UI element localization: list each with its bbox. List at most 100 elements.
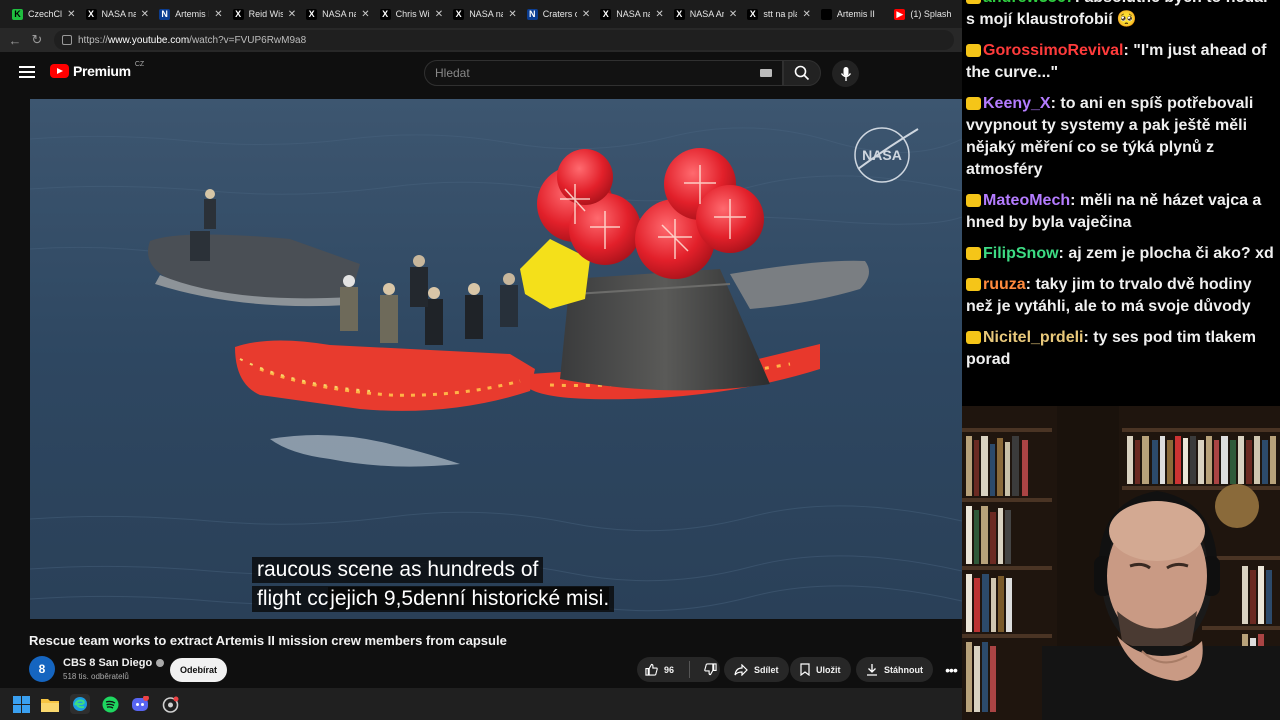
tab-title: Artemis II — [175, 9, 209, 19]
tab-title: NASA na p — [101, 9, 136, 19]
tab-close-icon[interactable]: ✕ — [67, 9, 79, 20]
tab-favicon-icon: X — [379, 8, 391, 20]
more-actions-icon[interactable]: ••• — [939, 657, 962, 682]
webcam-image — [962, 406, 1280, 720]
chat-emote: 🥺 — [1116, 11, 1137, 28]
taskbar — [0, 688, 962, 720]
obs-app-icon[interactable] — [160, 694, 180, 714]
chat-badge-icon — [966, 0, 981, 4]
tab-close-icon[interactable]: ✕ — [288, 9, 300, 20]
tab-favicon-icon: K — [12, 8, 23, 20]
tab-title: Artemis II — [836, 9, 875, 19]
browser-tab[interactable]: Artemis II — [815, 0, 889, 28]
address-bar: ← ↻ https://www.youtube.com/watch?v=FVUP… — [0, 28, 962, 52]
thumbs-up-icon — [645, 663, 658, 676]
download-button[interactable]: Stáhnout — [856, 657, 933, 682]
url-prefix: https:// — [78, 34, 109, 46]
tab-close-icon[interactable]: ✕ — [802, 9, 814, 20]
browser-tab[interactable]: K CzechClou ✕ — [6, 0, 80, 28]
share-button[interactable]: Sdílet — [724, 657, 789, 682]
browser-tab[interactable]: X NASA Artem ✕ — [668, 0, 742, 28]
back-icon[interactable]: ← — [4, 29, 26, 51]
channel-avatar[interactable]: 8 — [29, 656, 55, 682]
browser-tab[interactable]: X NASA na p ✕ — [594, 0, 668, 28]
url-field[interactable]: https://www.youtube.com/watch?v=FVUP6RwM… — [54, 30, 954, 50]
tab-title: NASA na p — [469, 9, 504, 19]
chat-username[interactable]: ruuza — [983, 276, 1026, 293]
chat-username[interactable]: GorossimoRevival — [983, 42, 1124, 59]
chat-colon: : — [1075, 0, 1085, 6]
discord-icon[interactable] — [130, 694, 150, 714]
channel-name[interactable]: CBS 8 San Diego — [63, 657, 165, 669]
video-player[interactable]: NASA raucous scene as hundreds of flight… — [30, 99, 962, 619]
tab-close-icon[interactable]: ✕ — [508, 9, 520, 20]
like-button[interactable]: 96 — [637, 657, 674, 682]
spotify-icon[interactable] — [100, 694, 120, 714]
browser-tab[interactable]: N Artemis II ✕ — [153, 0, 227, 28]
url-host: www.youtube.com — [108, 34, 190, 46]
save-button[interactable]: Uložit — [790, 657, 851, 682]
tab-title: Reid Wisem — [248, 9, 283, 19]
tab-favicon-icon: X — [747, 8, 759, 20]
voice-search-button[interactable] — [832, 60, 859, 87]
browser-tab[interactable]: ▶ (1) Splash — [888, 0, 962, 28]
edge-browser-icon[interactable] — [70, 694, 90, 714]
tab-title: Craters of — [542, 9, 577, 19]
like-count: 96 — [664, 664, 675, 675]
youtube-logo[interactable]: Premium CZ — [50, 60, 145, 79]
tab-close-icon[interactable]: ✕ — [361, 9, 373, 20]
video-frame: NASA — [30, 99, 962, 619]
search-placeholder: Hledat — [435, 66, 470, 80]
keyboard-icon[interactable] — [760, 69, 772, 77]
browser-tab[interactable]: X NASA na p ✕ — [80, 0, 154, 28]
download-icon — [867, 664, 877, 676]
tab-favicon-icon: X — [673, 8, 685, 20]
logo-region: CZ — [134, 60, 145, 68]
chat-username[interactable]: Keeny_X — [983, 95, 1051, 112]
verified-icon — [156, 659, 165, 667]
file-explorer-icon[interactable] — [40, 694, 60, 714]
dislike-button[interactable] — [696, 657, 717, 682]
tab-close-icon[interactable]: ✕ — [435, 9, 447, 20]
youtube-header: Premium CZ Hledat — [0, 52, 962, 94]
share-label: Sdílet — [754, 664, 779, 675]
browser-tab[interactable]: X Reid Wisem ✕ — [227, 0, 301, 28]
browser-tab[interactable]: Xstt na platf ✕ — [741, 0, 815, 28]
chat-text: aj zem je plocha či ako? xd — [1068, 245, 1274, 262]
chat-message: andrew3567: absolutně bych to nedal s mo… — [966, 0, 1276, 31]
reload-icon[interactable]: ↻ — [26, 29, 48, 51]
tab-close-icon[interactable]: ✕ — [214, 9, 226, 20]
like-separator — [689, 661, 691, 678]
subtitle-line-2a: flight cc — [257, 587, 329, 610]
windows-start-icon[interactable] — [11, 694, 31, 714]
logo-word: Premium — [73, 63, 131, 79]
mic-icon — [840, 66, 851, 81]
subscribe-button[interactable]: Odebírat — [170, 658, 227, 682]
search-input[interactable]: Hledat — [424, 60, 783, 86]
tab-title: (1) Splash — [910, 9, 952, 19]
chat-username[interactable]: FilipSnow — [983, 245, 1059, 262]
browser-tab[interactable]: X Chris Willi ✕ — [374, 0, 448, 28]
browser-tab[interactable]: X NASA na p ✕ — [300, 0, 374, 28]
chat-message: MateoMech: měli na ně házet vajca a hned… — [966, 190, 1276, 234]
share-icon — [734, 663, 748, 676]
stream-chat: andrew3567: absolutně bych to nedal s mo… — [962, 0, 1280, 406]
tab-favicon-icon: N — [526, 8, 538, 20]
screen: K CzechClou ✕ X NASA na p ✕ N Artemis II ✕ X Reid … — [0, 0, 1280, 720]
tab-close-icon[interactable]: ✕ — [141, 9, 153, 20]
url-path: /watch?v=FVUP6RwM9a8 — [189, 34, 307, 46]
tab-favicon-icon: X — [600, 8, 612, 20]
search-button[interactable] — [783, 60, 821, 86]
browser-tab[interactable]: X NASA na p ✕ — [447, 0, 521, 28]
menu-icon[interactable] — [19, 66, 35, 78]
chat-username[interactable]: Nicitel_prdeli — [983, 329, 1083, 346]
tab-close-icon[interactable]: ✕ — [655, 9, 667, 20]
tab-close-icon[interactable]: ✕ — [729, 9, 741, 20]
chat-username[interactable]: andrew3567 — [983, 0, 1075, 6]
tab-close-icon[interactable]: ✕ — [582, 9, 594, 20]
browser-tab[interactable]: N Craters of ✕ — [521, 0, 595, 28]
chat-badge-icon — [966, 194, 981, 207]
chat-username[interactable]: MateoMech — [983, 192, 1070, 209]
site-info-icon[interactable] — [62, 35, 72, 45]
tab-title: stt na platf — [763, 9, 798, 19]
